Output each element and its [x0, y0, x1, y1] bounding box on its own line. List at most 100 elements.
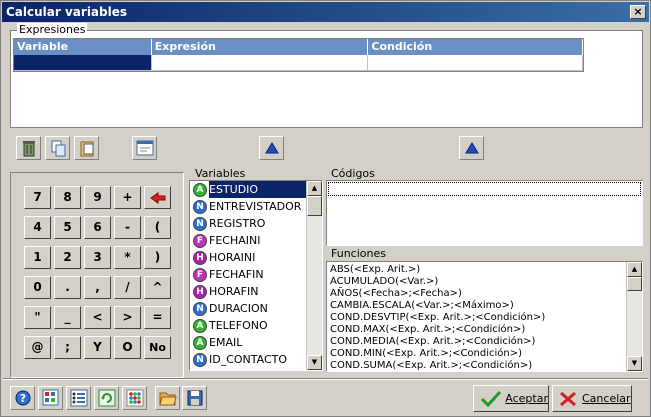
expresiones-label: Expresiones: [17, 23, 88, 36]
copy-button[interactable]: [45, 136, 70, 160]
list-item[interactable]: H HORAINI: [190, 249, 322, 266]
calc-key[interactable]: ": [24, 306, 51, 329]
move-up-expresion-button[interactable]: [259, 136, 284, 160]
backspace-arrow-icon: [149, 191, 165, 204]
scroll-thumb[interactable]: [307, 196, 322, 216]
footer-separator: [3, 378, 648, 380]
calc-key[interactable]: ): [144, 246, 171, 269]
column-variable[interactable]: Variable: [14, 39, 152, 55]
list-item[interactable]: COND.MIN(<Exp. Arit.>;<Condición>): [327, 348, 642, 360]
variable-name: FECHAFIN: [209, 268, 264, 281]
calc-key[interactable]: =: [144, 306, 171, 329]
list-item[interactable]: COND.MAX(<Exp. Arit.>;<Condición>): [327, 324, 642, 336]
trash-icon: [22, 141, 35, 157]
list-item[interactable]: N REGISTRO: [190, 215, 322, 232]
list-item[interactable]: F FECHAFIN: [190, 266, 322, 283]
list-item[interactable]: N ID_CONTACTO: [190, 351, 322, 368]
calc-key[interactable]: 0: [24, 276, 51, 299]
variable-type-badge: A: [193, 335, 207, 350]
list-item[interactable]: COND.MEDIA(<Exp. Arit.>;<Condición>): [327, 336, 642, 348]
calc-key[interactable]: ,: [84, 276, 111, 299]
delete-button[interactable]: [16, 136, 41, 160]
expresiones-table[interactable]: Variable Expresión Condición: [13, 38, 584, 72]
calc-key[interactable]: 4: [24, 216, 51, 239]
variable-type-badge: N: [193, 301, 207, 316]
scroll-up-button[interactable]: ▲: [627, 262, 642, 277]
list-item[interactable]: AÑOS(<Fecha>;<Fecha>): [327, 288, 642, 300]
backspace-key[interactable]: [144, 186, 171, 209]
calc-key[interactable]: 3: [84, 246, 111, 269]
variable-name: REGISTRO: [209, 217, 266, 230]
calc-key[interactable]: (: [144, 216, 171, 239]
calc-key[interactable]: -: [114, 216, 141, 239]
variable-name: FECHAINI: [209, 234, 261, 247]
column-expresion[interactable]: Expresión: [152, 39, 369, 55]
calc-key[interactable]: @: [24, 336, 51, 359]
open-button[interactable]: [155, 386, 180, 410]
calc-key[interactable]: _: [54, 306, 81, 329]
calcular-variables-dialog: Calcular variables × Expresiones Variabl…: [0, 0, 651, 417]
list-button[interactable]: [66, 386, 91, 410]
scroll-down-button[interactable]: ▼: [627, 356, 642, 371]
list-item[interactable]: N DURACION: [190, 300, 322, 317]
calc-key[interactable]: 8: [54, 186, 81, 209]
x-cancel-icon: [560, 391, 576, 406]
calc-key[interactable]: <: [84, 306, 111, 329]
list-item[interactable]: CAMBIA.ESCALA(<Var.>;<Máximo>): [327, 300, 642, 312]
list-item[interactable]: ABS(<Exp. Arit.>): [327, 264, 642, 276]
move-up-condicion-button[interactable]: [459, 136, 484, 160]
calc-key[interactable]: ^: [144, 276, 171, 299]
codigos-list[interactable]: [326, 180, 643, 246]
list-item[interactable]: COND.DESVTIP(<Exp. Arit.>;<Condición>): [327, 312, 642, 324]
funciones-scrollbar[interactable]: ▲ ▼: [626, 262, 642, 371]
cell-condicion[interactable]: [368, 55, 584, 71]
variable-name: EMAIL: [209, 336, 243, 349]
close-button[interactable]: ×: [630, 5, 646, 19]
calc-key[interactable]: +: [114, 186, 141, 209]
cell-expresion[interactable]: [151, 55, 369, 71]
list-item[interactable]: H HORAFIN: [190, 283, 322, 300]
table-row[interactable]: [14, 55, 584, 71]
help-button[interactable]: ?: [10, 386, 35, 410]
calc-key[interactable]: /: [114, 276, 141, 299]
save-button[interactable]: [182, 386, 207, 410]
scroll-down-button[interactable]: ▼: [307, 355, 322, 370]
form-button[interactable]: [132, 136, 157, 160]
calc-key[interactable]: O: [114, 336, 141, 359]
aceptar-button[interactable]: Aceptar: [473, 385, 549, 412]
calc-key[interactable]: .: [54, 276, 81, 299]
list-item[interactable]: A EMAIL: [190, 334, 322, 351]
list-item[interactable]: A ESTUDIO: [190, 181, 322, 198]
variables-scrollbar[interactable]: ▲ ▼: [306, 181, 322, 370]
list-item[interactable]: N ENTREVISTADOR: [190, 198, 322, 215]
list-item[interactable]: F FECHAINI: [190, 232, 322, 249]
calc-key[interactable]: >: [114, 306, 141, 329]
calc-key[interactable]: 1: [24, 246, 51, 269]
calc-key[interactable]: 2: [54, 246, 81, 269]
funciones-list[interactable]: ABS(<Exp. Arit.>) ACUMULADO(<Var.>) AÑOS(<…: [326, 261, 643, 372]
cell-variable[interactable]: [14, 55, 152, 71]
refresh-button[interactable]: [94, 386, 119, 410]
form-icon: [136, 140, 153, 156]
calc-key[interactable]: *: [114, 246, 141, 269]
variables-editor-button[interactable]: [38, 386, 63, 410]
list-item[interactable]: ACUMULADO(<Var.>): [327, 276, 642, 288]
scroll-thumb[interactable]: [627, 277, 642, 291]
calc-key[interactable]: 5: [54, 216, 81, 239]
calc-key[interactable]: 7: [24, 186, 51, 209]
calc-key[interactable]: Y: [84, 336, 111, 359]
calc-key[interactable]: No: [144, 336, 171, 359]
variables-list[interactable]: A ESTUDIO N ENTREVISTADOR N REGISTRO F FECHAINI…: [189, 180, 323, 371]
calc-key[interactable]: ;: [54, 336, 81, 359]
calc-key[interactable]: 9: [84, 186, 111, 209]
calc-key[interactable]: 6: [84, 216, 111, 239]
list-item[interactable]: A TELEFONO: [190, 317, 322, 334]
paste-button[interactable]: [74, 136, 99, 160]
column-condicion[interactable]: Condición: [368, 39, 584, 55]
dots-grid-button[interactable]: [122, 386, 147, 410]
funciones-items: ABS(<Exp. Arit.>) ACUMULADO(<Var.>) AÑOS(<…: [327, 262, 642, 371]
variable-type-badge: H: [193, 250, 207, 265]
list-item[interactable]: COND.SUMA(<Exp. Arit.>;<Condición>): [327, 360, 642, 371]
scroll-up-button[interactable]: ▲: [307, 181, 322, 196]
cancelar-button[interactable]: Cancelar: [552, 385, 632, 412]
